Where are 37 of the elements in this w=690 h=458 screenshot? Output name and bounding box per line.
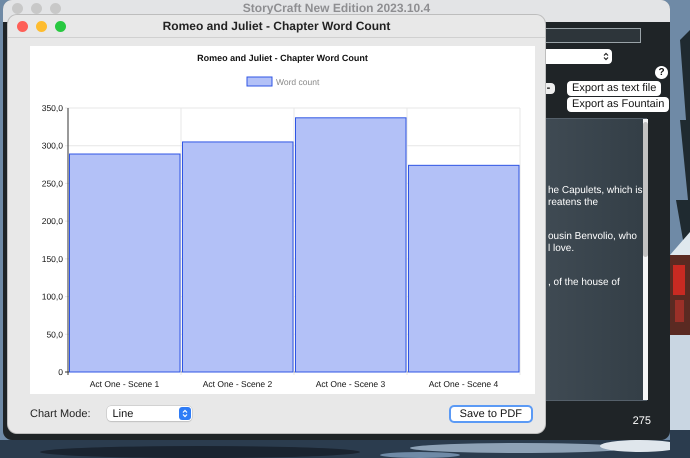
editor-text: ousin Benvolio, who xyxy=(548,231,637,243)
axis-label: 100,0 xyxy=(42,292,63,302)
legend-label: Word count xyxy=(276,77,320,87)
export-button[interactable]: Export as Fountain xyxy=(567,97,670,112)
chevron-icon xyxy=(603,52,609,61)
minimize-button[interactable] xyxy=(31,3,42,14)
close-button[interactable] xyxy=(12,3,23,14)
axis-label: Act One - Scene 4 xyxy=(428,379,498,389)
axis-label: 50,0 xyxy=(46,329,63,340)
axis-label: 200,0 xyxy=(42,216,63,226)
editor-text: l love. xyxy=(548,243,574,255)
axis-label: Act One - Scene 3 xyxy=(316,379,386,389)
chevron-icon xyxy=(182,409,188,418)
axis-label: 300,0 xyxy=(42,140,63,151)
scrollbar-thumb[interactable] xyxy=(642,122,648,257)
axis-label: Act One - Scene 2 xyxy=(202,379,272,389)
chart-mode-label: Chart Mode: xyxy=(30,408,91,420)
chart-mode-dropdown[interactable]: Line xyxy=(106,406,192,421)
close-button[interactable] xyxy=(17,20,28,32)
window-title: Romeo and Juliet - Chapter Word Count xyxy=(162,19,390,33)
axis-label: 250,0 xyxy=(42,178,63,188)
minimize-button[interactable] xyxy=(36,20,47,32)
editor-text: reatens the xyxy=(548,197,598,209)
save-pdf-button[interactable]: Save to PDF xyxy=(448,404,533,422)
zoom-button[interactable] xyxy=(50,3,61,14)
word-count: 275 xyxy=(632,415,651,427)
chart-title: Romeo and Juliet - Chapter Word Count xyxy=(197,53,368,63)
zoom-button[interactable] xyxy=(55,20,66,32)
axis-label: 0 xyxy=(58,367,63,377)
axis-label: 350,0 xyxy=(42,103,63,113)
editor-text: , of the house of xyxy=(548,277,620,289)
export-button[interactable]: Export as text file xyxy=(567,81,662,96)
window-title: StoryCraft New Edition 2023.10.4 xyxy=(242,2,430,14)
help-button[interactable]: ? xyxy=(655,66,668,79)
axis-label: Act One - Scene 1 xyxy=(90,379,160,389)
editor-text: he Capulets, which is xyxy=(548,185,642,197)
axis-label: 150,0 xyxy=(42,254,63,264)
